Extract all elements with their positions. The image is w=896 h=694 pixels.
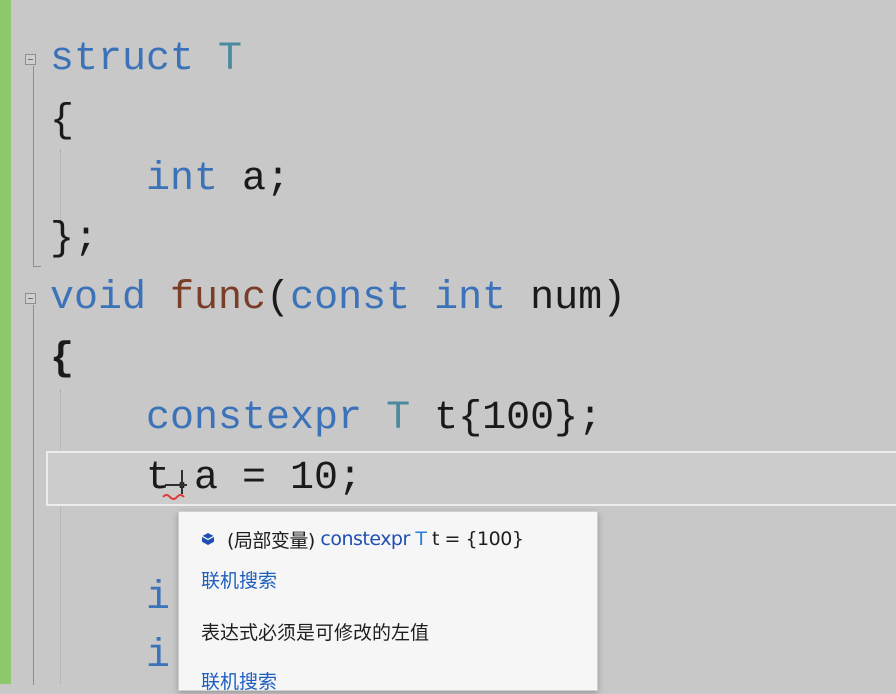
fold-line [33, 66, 34, 266]
online-search-link-2[interactable]: 联机搜索 [201, 667, 277, 694]
error-squiggle-icon [162, 494, 185, 500]
collapse-func-icon[interactable] [25, 293, 36, 304]
code-text: t{100}; [434, 396, 603, 441]
brace: { [50, 337, 75, 382]
keyword: int [146, 157, 219, 202]
code-line-1[interactable]: struct T [50, 33, 242, 87]
keyword: struct [50, 37, 195, 82]
change-gutter-bar [0, 0, 11, 684]
code-line-6[interactable]: { [50, 333, 74, 387]
caret-underline [165, 484, 187, 486]
function-name: func [170, 276, 267, 321]
code-line-7[interactable]: constexpr T t{100}; [50, 392, 602, 446]
keyword: void [50, 276, 147, 321]
code-text: .a = 10; [170, 456, 363, 501]
tooltip-type: T [415, 528, 427, 550]
keyword: const [290, 276, 411, 321]
tooltip-signature: (局部变量) constexpr T t = {100} [201, 526, 524, 552]
code-line-9[interactable]: i [50, 572, 170, 626]
code-line-4[interactable]: }; [50, 213, 98, 267]
fold-line-end [33, 266, 41, 267]
code-text: a; [242, 157, 291, 202]
brace: { [50, 99, 75, 144]
tooltip-prefix: (局部变量) [227, 529, 315, 552]
text-caret [181, 470, 183, 494]
code-line-8[interactable]: t.a = 10; [50, 452, 362, 506]
code-text: num) [530, 276, 627, 321]
code-line-3[interactable]: int a; [50, 153, 290, 207]
quick-info-tooltip: (局部变量) constexpr T t = {100} 联机搜索 表达式必须是… [178, 511, 598, 694]
code-line-5[interactable]: void func(const int num) [50, 272, 626, 326]
paren: ( [266, 276, 291, 321]
code-line-2[interactable]: { [50, 95, 74, 149]
type-name: T [386, 396, 411, 441]
error-message: 表达式必须是可修改的左值 [201, 622, 430, 644]
type-name: T [218, 37, 243, 82]
brace: }; [50, 217, 99, 262]
fold-line [33, 305, 34, 685]
local-variable-icon [201, 533, 215, 545]
keyword: constexpr [146, 396, 363, 441]
online-search-link[interactable]: 联机搜索 [201, 566, 277, 593]
code-line-10[interactable]: i [50, 630, 170, 684]
tooltip-keyword: constexpr [320, 528, 410, 550]
keyword-partial: i [146, 634, 171, 679]
collapse-struct-icon[interactable] [25, 54, 36, 65]
keyword-partial: i [146, 576, 171, 621]
keyword: int [434, 276, 507, 321]
tooltip-value: t = {100} [432, 528, 524, 550]
